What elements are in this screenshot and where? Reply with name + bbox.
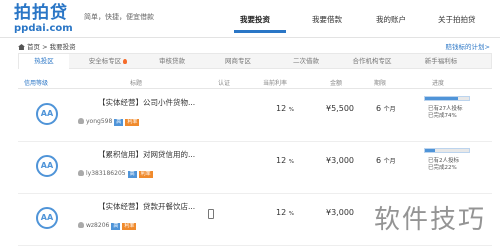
loan-username[interactable]: wz8206: [86, 222, 109, 229]
loan-title-link[interactable]: 【累积信用】对网贷信用的...: [98, 149, 195, 160]
loan-amount: ¥5,500: [326, 104, 354, 113]
badge-high: 高: [127, 171, 137, 178]
logo-main-text: 拍拍贷: [14, 3, 68, 23]
loan-term: 6 个月: [376, 104, 396, 113]
user-icon: [78, 170, 84, 176]
credit-grade-badge: AA: [36, 155, 58, 177]
loan-rate-unit: %: [288, 159, 294, 165]
col-cert: 认证: [218, 80, 231, 87]
user-icon: [78, 118, 84, 124]
table-row[interactable]: AA 【实体经营】公司小件货物... yong598 高利率 12 % ¥5,50…: [18, 90, 492, 142]
completion-text: 已完成74%: [428, 113, 457, 119]
table-row[interactable]: AA 【累积信用】对网贷信用的... ly383186205 高利率 12 % ¥…: [18, 142, 492, 194]
col-title: 标题: [130, 80, 143, 87]
loan-amount: ¥3,000: [326, 156, 354, 165]
completion-text: 已完成22%: [428, 165, 457, 171]
col-progress[interactable]: 进度: [432, 78, 444, 87]
tab-review[interactable]: 审核贷款: [147, 54, 197, 68]
plan-link[interactable]: 赔钱标的计划>: [446, 41, 490, 51]
loan-user: ly383186205 高利率: [78, 170, 153, 178]
badge-high: 高: [111, 223, 121, 230]
loan-rate: 12 %: [276, 208, 294, 217]
badge-rate: 利率: [122, 223, 137, 230]
loan-user: wz8206 高利率: [78, 222, 137, 230]
tab-second-loan[interactable]: 二次借款: [281, 54, 331, 68]
loan-amount: ¥3,000: [326, 208, 354, 217]
loan-username[interactable]: yong598: [86, 118, 112, 125]
breadcrumb-separator: >: [40, 43, 50, 51]
breadcrumb-home[interactable]: 首页: [27, 43, 40, 51]
category-tabs: 热投区 安全标专区 审核贷款 网商专区 二次借款 合作机构专区 新手福利标: [18, 53, 492, 69]
site-header: 拍拍贷 ppdai.com 简单，快捷，便宜借款 我要投资 我要借款 我的账户 …: [0, 0, 500, 38]
loan-user: yong598 高利率: [78, 118, 140, 126]
col-grade[interactable]: 信用等级: [24, 78, 48, 87]
progress-bar: [424, 96, 470, 101]
loan-title-link[interactable]: 【实体经营】公司小件货物...: [98, 97, 195, 108]
site-slogan: 简单，快捷，便宜借款: [84, 13, 154, 21]
loan-rate-unit: %: [288, 211, 294, 217]
loan-username[interactable]: ly383186205: [86, 170, 126, 177]
progress-fill: [425, 97, 458, 100]
tab-newbie[interactable]: 新手福利标: [411, 54, 471, 68]
breadcrumb-current: 我要投资: [49, 43, 76, 51]
fire-icon: [123, 59, 128, 64]
loan-rate-value: 12: [276, 156, 287, 165]
loan-rate-unit: %: [288, 107, 294, 113]
site-logo[interactable]: 拍拍贷 ppdai.com: [14, 4, 73, 34]
tab-hot[interactable]: 热投区: [19, 54, 69, 69]
badge-rate: 利率: [125, 119, 140, 126]
loan-term-unit: 个月: [383, 158, 396, 165]
logo-sub-text: ppdai.com: [14, 23, 73, 34]
badge-high: 高: [114, 119, 124, 126]
loan-term-value: 6: [376, 104, 382, 113]
col-rate[interactable]: 当前利率: [263, 78, 287, 87]
tab-safe-label: 安全标专区: [88, 57, 122, 65]
tab-partner[interactable]: 合作机构专区: [341, 54, 403, 68]
nav-borrow[interactable]: 我要借款: [312, 14, 342, 25]
nav-about[interactable]: 关于拍拍贷: [438, 14, 476, 25]
nav-account[interactable]: 我的账户: [376, 14, 406, 25]
progress-fill: [425, 149, 435, 152]
loan-rate: 12 %: [276, 156, 294, 165]
credit-grade-badge: AA: [36, 103, 58, 125]
table-header: 信用等级 标题 认证 当前利率 金额 期限 进度: [18, 77, 492, 89]
credit-grade-badge: AA: [36, 207, 58, 229]
loan-rate-value: 12: [276, 104, 287, 113]
tab-safe[interactable]: 安全标专区: [77, 54, 139, 68]
loan-term-value: 6: [376, 156, 382, 165]
col-term[interactable]: 期限: [374, 78, 386, 87]
badge-rate: 利率: [138, 171, 153, 178]
loan-rate: 12 %: [276, 104, 294, 113]
loan-rate-value: 12: [276, 208, 287, 217]
phone-verified-icon: [208, 209, 214, 219]
user-icon: [78, 222, 84, 228]
watermark-text: 软件技巧: [373, 205, 486, 235]
tab-netshop[interactable]: 网商专区: [213, 54, 263, 68]
home-icon: [18, 44, 25, 50]
loan-title-link[interactable]: 【实体经营】贷款开餐饮店...: [98, 201, 195, 212]
col-amount[interactable]: 金额: [330, 78, 342, 87]
nav-active-indicator: [234, 30, 286, 33]
breadcrumb: 首页 > 我要投资: [18, 41, 76, 51]
loan-term-unit: 个月: [383, 106, 396, 113]
nav-invest[interactable]: 我要投资: [240, 14, 270, 25]
loan-term: 6 个月: [376, 156, 396, 165]
progress-bar: [424, 148, 470, 153]
